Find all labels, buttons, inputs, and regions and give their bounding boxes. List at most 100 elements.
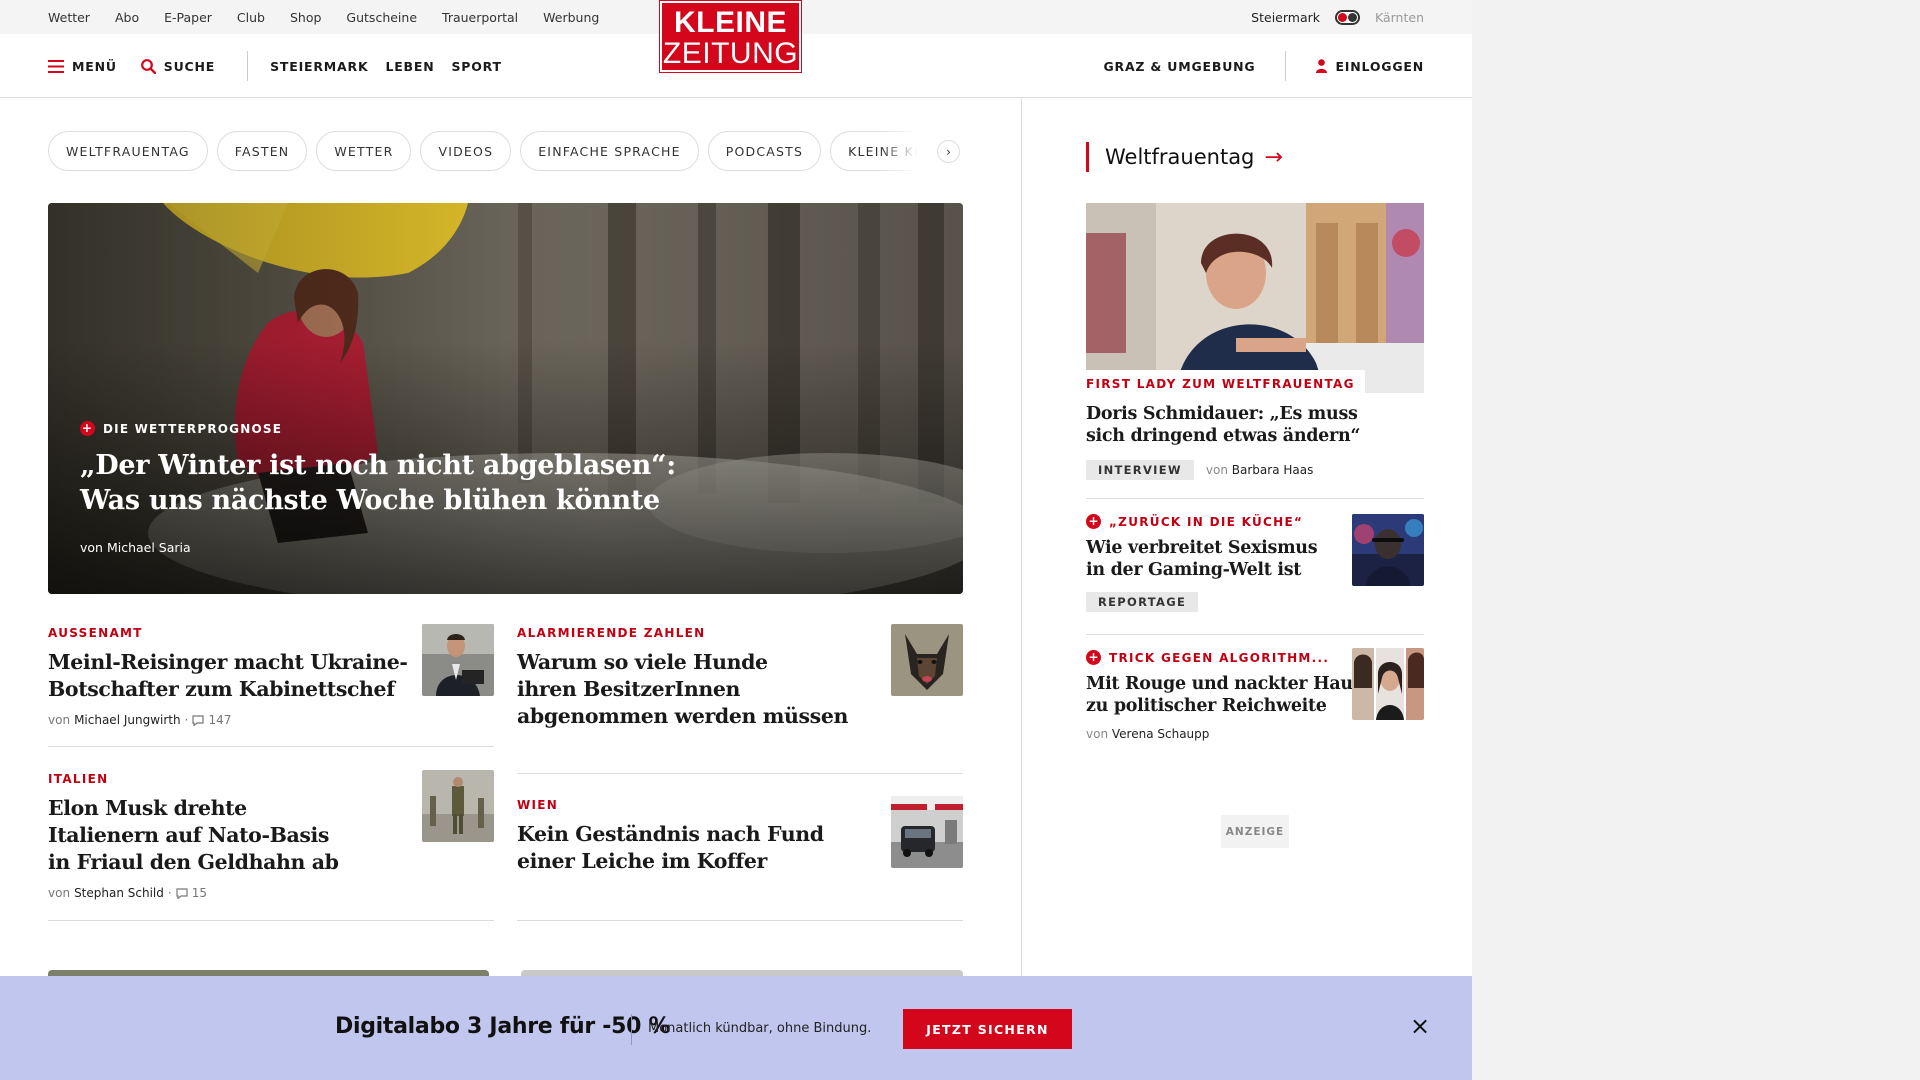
sidebar-heading[interactable]: Weltfrauentag →	[1086, 142, 1283, 172]
topic-chips: WELTFRAUENTAG FASTEN WETTER VIDEOS EINFA…	[48, 131, 963, 171]
utility-link-wetter[interactable]: Wetter	[48, 10, 90, 25]
sidebar-divider	[1086, 498, 1424, 499]
article-meta: von Stephan Schild · 15	[48, 886, 207, 900]
featured-author[interactable]: Barbara Haas	[1232, 463, 1314, 477]
search-icon	[140, 58, 156, 74]
chevron-right-icon: ›	[946, 144, 951, 159]
comment-count[interactable]: 15	[192, 886, 207, 900]
banner-cta-button[interactable]: JETZT SICHERN	[903, 1009, 1072, 1049]
comment-icon	[192, 714, 205, 726]
utility-link-abo[interactable]: Abo	[115, 10, 139, 25]
comment-icon	[176, 887, 188, 899]
featured-kicker: FIRST LADY ZUM WELTFRAUENTAG	[1086, 370, 1365, 395]
chip-wetter[interactable]: WETTER	[316, 131, 412, 171]
hero-text: + DIE WETTERPROGNOSE „Der Winter ist noc…	[80, 421, 780, 555]
hero-author: von Michael Saria	[80, 540, 191, 555]
article-headline-line: in Friaul den Geldhahn ab	[48, 850, 339, 874]
sidebar-heading-label: Weltfrauentag	[1105, 145, 1255, 169]
kleine-zeitung-logo[interactable]: KLEINE ZEITUNG	[659, 0, 802, 73]
article-card[interactable]: ALARMIERENDE ZAHLEN Warum so viele Hunde…	[517, 624, 963, 730]
hero-headline-line-1: „Der Winter ist noch nicht abgeblasen“:	[80, 450, 676, 481]
utility-links: Wetter Abo E-Paper Club Shop Gutscheine …	[48, 0, 599, 34]
article-card[interactable]: ITALIEN Elon Musk drehte Italienern auf …	[48, 770, 494, 900]
comment-count[interactable]: 147	[208, 713, 231, 727]
sidebar-article-author[interactable]: Verena Schaupp	[1112, 727, 1210, 741]
hero-headline[interactable]: „Der Winter ist noch nicht abgeblasen“: …	[80, 448, 780, 518]
nav-link-sport[interactable]: SPORT	[451, 59, 501, 74]
featured-headline-line: Doris Schmidauer: „Es muss	[1086, 404, 1358, 424]
article-author[interactable]: Michael Jungwirth	[74, 713, 181, 727]
article-headline-line: abgenommen werden müssen	[517, 704, 848, 728]
sidebar-article-thumbnail	[1352, 514, 1424, 586]
user-icon	[1316, 59, 1328, 73]
article-card[interactable]: AUSSENAMT Meinl-Reisinger macht Ukraine-…	[48, 624, 494, 727]
search-button[interactable]: SUCHE	[140, 58, 216, 74]
sidebar-by-label: von	[1086, 727, 1109, 741]
utility-link-club[interactable]: Club	[237, 10, 265, 25]
sidebar-article[interactable]: + TRICK GEGEN ALGORITHM... Mit Rouge und…	[1086, 648, 1424, 750]
reportage-badge: REPORTAGE	[1086, 592, 1199, 612]
nav-link-steiermark[interactable]: STEIERMARK	[270, 59, 368, 74]
utility-link-trauerportal[interactable]: Trauerportal	[442, 10, 518, 25]
sidebar-article[interactable]: + „ZURÜCK IN DIE KÜCHE“ Wie verbreitet S…	[1086, 514, 1424, 614]
utility-link-epaper[interactable]: E-Paper	[164, 10, 212, 25]
interview-badge: INTERVIEW	[1086, 460, 1194, 480]
ad-label: ANZEIGE	[1221, 815, 1289, 848]
nav-link-leben[interactable]: LEBEN	[385, 59, 434, 74]
hero-article[interactable]: + DIE WETTERPROGNOSE „Der Winter ist noc…	[48, 203, 963, 594]
chip-podcasts[interactable]: PODCASTS	[707, 131, 822, 171]
utility-link-shop[interactable]: Shop	[290, 10, 321, 25]
region-toggle[interactable]	[1335, 9, 1360, 25]
close-icon[interactable]: ×	[1410, 1014, 1430, 1038]
article-author[interactable]: Stephan Schild	[74, 886, 164, 900]
banner-title: Digitalabo 3 Jahre für -50 %	[335, 1014, 671, 1039]
nav-divider-right	[1285, 51, 1287, 81]
featured-by-label: von	[1205, 463, 1228, 477]
sidebar-article-thumbnail	[1352, 648, 1424, 720]
featured-headline[interactable]: Doris Schmidauer: „Es muss sich dringend…	[1086, 403, 1360, 447]
main-column: WELTFRAUENTAG FASTEN WETTER VIDEOS EINFA…	[0, 98, 1022, 1080]
article-thumbnail	[422, 624, 494, 696]
utility-link-gutscheine[interactable]: Gutscheine	[346, 10, 417, 25]
menu-button[interactable]: MENÜ	[48, 59, 117, 74]
region-switch: Steiermark Kärnten	[1251, 0, 1424, 34]
arrow-right-icon: →	[1264, 144, 1283, 170]
logo-line-2: ZEITUNG	[662, 37, 799, 70]
card-divider	[517, 773, 963, 774]
featured-meta: INTERVIEW von Barbara Haas	[1086, 460, 1313, 480]
chips-next-button[interactable]: ›	[937, 140, 960, 163]
article-card[interactable]: WIEN Kein Geständnis nach Fund einer Lei…	[517, 796, 963, 875]
chip-videos[interactable]: VIDEOS	[420, 131, 512, 171]
utility-link-werbung[interactable]: Werbung	[543, 10, 599, 25]
location-link[interactable]: GRAZ & UMGEBUNG	[1103, 59, 1255, 74]
chip-einfache-sprache[interactable]: EINFACHE SPRACHE	[520, 131, 699, 171]
page: Wetter Abo E-Paper Club Shop Gutscheine …	[0, 0, 1472, 1080]
subscription-banner: Digitalabo 3 Jahre für -50 % Monatlich k…	[0, 976, 1472, 1080]
region-kaernten[interactable]: Kärnten	[1375, 10, 1424, 25]
logo-line-1: KLEINE	[673, 6, 787, 39]
article-thumbnail	[422, 770, 494, 842]
hero-headline-line-2: Was uns nächste Woche blühen könnte	[80, 485, 660, 516]
search-label: SUCHE	[163, 58, 216, 74]
featured-headline-line: sich dringend etwas ändern“	[1086, 426, 1361, 446]
article-meta: von Michael Jungwirth · 147	[48, 713, 232, 727]
plus-icon: +	[1086, 650, 1101, 665]
hamburger-icon	[48, 59, 64, 73]
chip-fasten[interactable]: FASTEN	[216, 131, 308, 171]
banner-subtitle: Monatlich kündbar, ohne Bindung.	[648, 1021, 872, 1036]
card-divider	[48, 746, 494, 747]
login-label: EINLOGGEN	[1335, 58, 1424, 74]
menu-label: MENÜ	[72, 58, 117, 74]
featured-image[interactable]	[1086, 203, 1424, 393]
card-divider	[517, 920, 963, 921]
sidebar-divider	[1086, 634, 1424, 635]
hero-kicker: DIE WETTERPROGNOSE	[103, 421, 283, 436]
region-steiermark[interactable]: Steiermark	[1251, 10, 1320, 25]
banner-divider	[631, 1014, 632, 1045]
login-button[interactable]: EINLOGGEN	[1316, 59, 1424, 74]
nav-divider	[247, 51, 249, 81]
article-thumbnail	[891, 796, 963, 868]
article-thumbnail	[891, 624, 963, 696]
plus-icon: +	[80, 421, 95, 436]
chip-weltfrauentag[interactable]: WELTFRAUENTAG	[48, 131, 208, 171]
